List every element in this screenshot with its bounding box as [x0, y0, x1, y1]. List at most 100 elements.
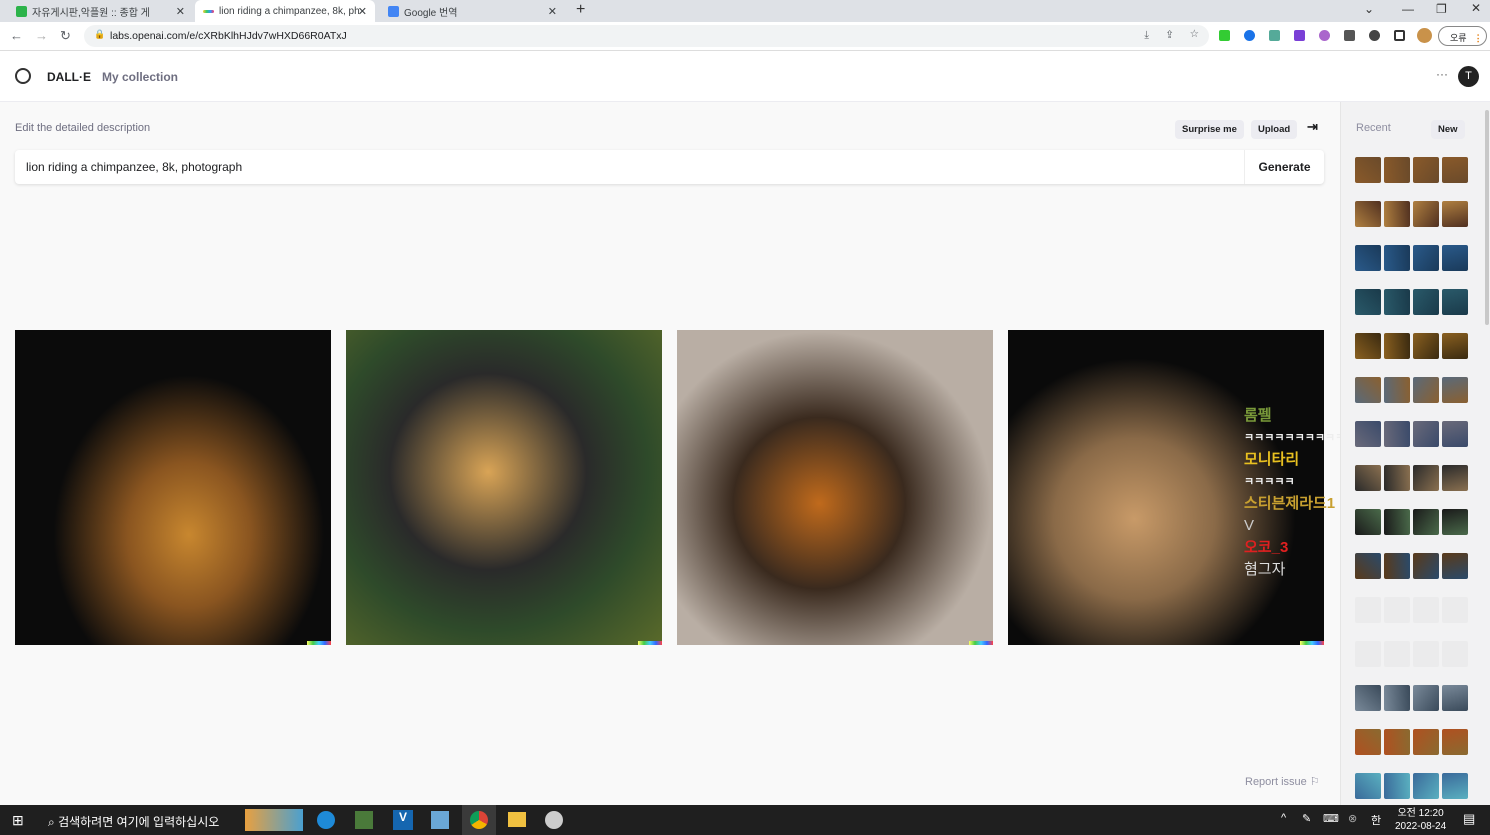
- recent-thumbnail[interactable]: [1442, 509, 1468, 535]
- keyboard-icon[interactable]: ⌨: [1323, 812, 1339, 825]
- profile-error-button[interactable]: 오류 ⋮: [1438, 26, 1487, 46]
- recent-thumbnail[interactable]: [1442, 245, 1468, 271]
- tab-search-icon[interactable]: ⌄: [1364, 2, 1374, 16]
- close-tab-icon[interactable]: ✕: [176, 5, 185, 18]
- tab-dalle[interactable]: lion riding a chimpanzee, 8k, ph ✕: [195, 0, 375, 22]
- bookmark-star-icon[interactable]: ☆: [1190, 28, 1199, 40]
- more-options-icon[interactable]: ···: [1436, 67, 1448, 81]
- recent-thumbnail[interactable]: [1384, 377, 1410, 403]
- recent-thumbnail[interactable]: [1413, 333, 1439, 359]
- paint-icon[interactable]: [545, 811, 563, 829]
- recent-thumbnail[interactable]: [1413, 245, 1439, 271]
- side-panel-icon[interactable]: [1394, 30, 1405, 41]
- recent-thumbnail[interactable]: [1384, 685, 1410, 711]
- tab-forum[interactable]: 자유게시판,악플원 :: 종합 게 ✕: [8, 0, 193, 22]
- share-icon[interactable]: ⇪: [1165, 29, 1174, 41]
- recent-thumbnail[interactable]: [1355, 201, 1381, 227]
- edge-icon[interactable]: [317, 811, 335, 829]
- recent-thumbnail[interactable]: [1384, 509, 1410, 535]
- recent-thumbnail[interactable]: [1384, 157, 1410, 183]
- recent-thumbnail[interactable]: [1413, 773, 1439, 799]
- generate-button[interactable]: Generate: [1244, 150, 1324, 184]
- recent-thumbnail[interactable]: [1384, 553, 1410, 579]
- upload-button[interactable]: Upload: [1251, 120, 1298, 139]
- recent-thumbnail[interactable]: [1355, 421, 1381, 447]
- network-error-icon[interactable]: ⊗: [1348, 812, 1357, 825]
- profile-avatar[interactable]: [1417, 28, 1432, 43]
- result-image-2[interactable]: [346, 330, 662, 645]
- recent-thumbnail[interactable]: [1384, 289, 1410, 315]
- report-issue-link[interactable]: Report issue ⚐: [1245, 775, 1320, 788]
- extension-icon[interactable]: [1344, 30, 1355, 41]
- close-tab-icon[interactable]: ✕: [548, 5, 557, 18]
- restore-button[interactable]: ❐: [1436, 2, 1447, 16]
- recent-thumbnail[interactable]: [1442, 421, 1468, 447]
- recent-thumbnail[interactable]: [1384, 245, 1410, 271]
- scrollbar[interactable]: [1485, 110, 1489, 325]
- ime-indicator[interactable]: 한: [1371, 812, 1381, 828]
- recent-thumbnail[interactable]: [1413, 729, 1439, 755]
- recent-thumbnail[interactable]: [1355, 245, 1381, 271]
- close-tab-icon[interactable]: ✕: [358, 5, 367, 18]
- recent-thumbnail[interactable]: [1442, 729, 1468, 755]
- chrome-taskbar-button[interactable]: [462, 805, 496, 835]
- result-image-1[interactable]: [15, 330, 331, 645]
- recent-thumbnail[interactable]: [1384, 421, 1410, 447]
- recent-thumbnail[interactable]: [1384, 729, 1410, 755]
- recent-thumbnail[interactable]: [1355, 553, 1381, 579]
- recent-thumbnail[interactable]: [1384, 465, 1410, 491]
- tab-google-translate[interactable]: Google 번역 ✕: [380, 0, 565, 22]
- start-icon[interactable]: ⊞: [12, 812, 24, 829]
- recent-thumbnail[interactable]: [1355, 729, 1381, 755]
- recent-thumbnail[interactable]: [1355, 509, 1381, 535]
- prompt-input[interactable]: lion riding a chimpanzee, 8k, photograph…: [15, 150, 1324, 184]
- back-icon[interactable]: ←: [10, 28, 23, 43]
- surprise-me-button[interactable]: Surprise me: [1175, 120, 1244, 139]
- recent-thumbnail[interactable]: [1413, 201, 1439, 227]
- recent-thumbnail[interactable]: [1355, 465, 1381, 491]
- recent-thumbnail[interactable]: [1442, 377, 1468, 403]
- recent-thumbnail[interactable]: [1442, 773, 1468, 799]
- recent-thumbnail[interactable]: [1442, 553, 1468, 579]
- recent-thumbnail[interactable]: [1442, 289, 1468, 315]
- recent-thumbnail[interactable]: [1355, 333, 1381, 359]
- minecraft-icon[interactable]: [355, 811, 373, 829]
- recent-thumbnail[interactable]: [1355, 773, 1381, 799]
- result-image-3[interactable]: [677, 330, 993, 645]
- recent-thumbnail[interactable]: [1384, 333, 1410, 359]
- extension-icon[interactable]: [1294, 30, 1305, 41]
- forward-icon[interactable]: →: [35, 28, 48, 43]
- recent-thumbnail[interactable]: [1442, 685, 1468, 711]
- recent-thumbnail[interactable]: [1413, 465, 1439, 491]
- url-bar[interactable]: 🔒 labs.openai.com/e/cXRbKlhHJdv7wHXD66R0A…: [84, 25, 1209, 47]
- pen-icon[interactable]: ✎: [1302, 812, 1311, 825]
- recent-thumbnail[interactable]: [1413, 509, 1439, 535]
- recent-thumbnail[interactable]: [1413, 377, 1439, 403]
- app-icon[interactable]: [431, 811, 449, 829]
- openai-logo-icon[interactable]: [15, 68, 31, 84]
- recent-thumbnail[interactable]: [1442, 201, 1468, 227]
- recent-thumbnail[interactable]: [1413, 421, 1439, 447]
- brand[interactable]: DALL·E: [47, 70, 91, 84]
- v-app-icon[interactable]: V: [393, 810, 413, 830]
- my-collection-link[interactable]: My collection: [102, 70, 178, 84]
- recent-thumbnail[interactable]: [1384, 201, 1410, 227]
- recent-thumbnail[interactable]: [1442, 157, 1468, 183]
- recent-thumbnail[interactable]: [1442, 465, 1468, 491]
- recent-thumbnail[interactable]: [1384, 773, 1410, 799]
- new-tab-button[interactable]: +: [576, 1, 585, 19]
- recent-thumbnail[interactable]: [1355, 157, 1381, 183]
- install-icon[interactable]: ⤓: [1144, 29, 1149, 42]
- recent-thumbnail[interactable]: [1355, 289, 1381, 315]
- recent-thumbnail[interactable]: [1413, 685, 1439, 711]
- new-button[interactable]: New: [1431, 120, 1465, 139]
- collapse-sidebar-icon[interactable]: ⇥: [1307, 119, 1318, 135]
- extension-icon[interactable]: [1244, 30, 1255, 41]
- extension-icon[interactable]: [1219, 30, 1230, 41]
- reload-icon[interactable]: ↻: [60, 28, 71, 44]
- recent-thumbnail[interactable]: [1442, 333, 1468, 359]
- recent-thumbnail[interactable]: [1413, 289, 1439, 315]
- file-explorer-icon[interactable]: [508, 812, 526, 827]
- recent-thumbnail[interactable]: [1355, 685, 1381, 711]
- avatar[interactable]: T: [1458, 66, 1479, 87]
